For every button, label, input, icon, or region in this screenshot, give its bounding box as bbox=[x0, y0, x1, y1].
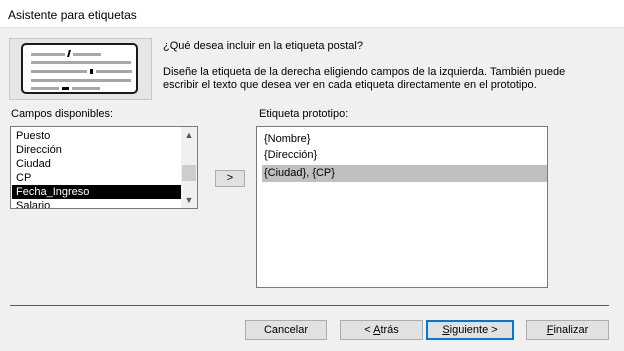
prototype-label: Etiqueta prototipo: bbox=[259, 108, 349, 120]
label-line-graphic bbox=[31, 61, 131, 64]
label-line-graphic bbox=[72, 87, 100, 90]
cancel-button[interactable]: Cancelar bbox=[245, 320, 327, 340]
prompt-question: ¿Qué desea incluir en la etiqueta postal… bbox=[163, 40, 363, 52]
list-item[interactable]: Salario bbox=[12, 199, 181, 208]
window-title: Asistente para etiquetas bbox=[8, 8, 137, 22]
mailing-label-illustration-icon bbox=[9, 38, 152, 100]
list-item[interactable]: Ciudad bbox=[12, 157, 181, 171]
label-card-graphic bbox=[21, 43, 138, 94]
separator-line bbox=[10, 305, 609, 306]
prototype-line[interactable]: {Dirección} bbox=[264, 147, 317, 164]
prompt-description: Diseñe la etiqueta de la derecha eligien… bbox=[163, 66, 566, 91]
list-item[interactable]: CP bbox=[12, 171, 181, 185]
title-bar: Asistente para etiquetas bbox=[0, 0, 624, 28]
list-item-selected[interactable]: Fecha_Ingreso bbox=[12, 185, 181, 199]
label-line-graphic bbox=[31, 79, 131, 82]
next-button-accelerator: S bbox=[442, 324, 450, 336]
label-line-graphic bbox=[96, 70, 132, 73]
scroll-up-arrow-icon[interactable]: ▲ bbox=[181, 127, 197, 143]
available-fields-label: Campos disponibles: bbox=[11, 108, 114, 120]
label-mark-graphic bbox=[90, 69, 93, 74]
label-mark-graphic bbox=[62, 87, 69, 90]
next-button[interactable]: Siguiente > bbox=[426, 320, 514, 340]
scrollbar-thumb[interactable] bbox=[182, 165, 196, 181]
cancel-button-label: Cancelar bbox=[263, 324, 309, 336]
label-line-graphic bbox=[31, 70, 87, 73]
scroll-down-arrow-icon[interactable]: ▼ bbox=[181, 192, 197, 208]
label-line-graphic bbox=[31, 53, 65, 56]
label-line-graphic bbox=[73, 53, 101, 56]
list-item[interactable]: Dirección bbox=[12, 143, 181, 157]
list-scrollbar[interactable]: ▲ ▼ bbox=[181, 127, 197, 208]
finish-button[interactable]: Finalizar bbox=[526, 320, 609, 340]
label-line-graphic bbox=[31, 87, 59, 90]
back-button-prefix: < bbox=[364, 324, 374, 336]
list-item[interactable]: Puesto bbox=[12, 129, 181, 143]
prototype-line-active[interactable]: {Ciudad}, {CP} bbox=[262, 165, 547, 182]
back-button[interactable]: < Atrás bbox=[340, 320, 423, 340]
prototype-editor[interactable]: {Nombre} {Dirección} {Ciudad}, {CP} bbox=[256, 126, 548, 288]
label-mark-graphic bbox=[67, 50, 71, 57]
available-fields-list[interactable]: Puesto Dirección Ciudad CP Fecha_Ingreso… bbox=[10, 126, 198, 209]
prototype-line[interactable]: {Nombre} bbox=[264, 131, 310, 148]
finish-button-rest: inalizar bbox=[553, 324, 589, 336]
back-button-rest: trás bbox=[380, 324, 399, 336]
next-button-rest: iguiente > bbox=[449, 324, 498, 336]
add-field-button[interactable]: > bbox=[215, 170, 245, 187]
